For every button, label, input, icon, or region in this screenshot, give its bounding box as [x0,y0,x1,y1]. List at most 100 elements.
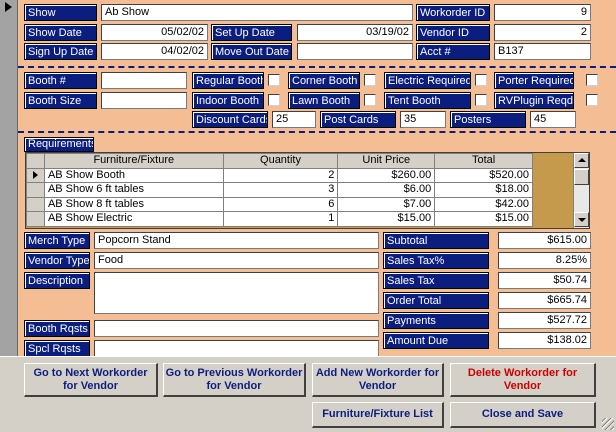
scroll-down-button[interactable] [574,212,589,227]
description-field[interactable] [94,272,379,314]
indoor-booth-label: Indoor Booth [192,92,264,109]
prev-workorder-button[interactable]: Go to Previous Workorder for Vendor [163,363,306,397]
row-selector[interactable] [26,196,45,212]
discount-cards-label: Discount Cards [192,111,268,128]
cell-price[interactable]: $6.00 [337,182,436,198]
scroll-thumb[interactable] [574,169,589,185]
grid-vertical-scrollbar[interactable] [573,153,589,228]
cell-price[interactable]: $15.00 [337,211,436,227]
row-selector[interactable] [26,182,45,198]
amount-due-label: Amount Due [383,332,489,349]
record-selector-bar[interactable] [0,0,18,356]
regular-booth-checkbox[interactable] [268,74,280,86]
regular-booth-label: Regular Booth [192,72,264,89]
arrow-down-icon [578,218,586,222]
spcl-rqsts-field[interactable] [94,340,379,357]
discount-cards-field[interactable]: 25 [272,111,316,128]
col-header-total[interactable]: Total [434,153,533,169]
vendor-id-field[interactable]: 2 [494,24,591,41]
cell-item[interactable]: AB Show 6 ft tables [43,182,224,198]
cell-total[interactable]: $18.00 [434,182,533,198]
setup-date-field[interactable]: 03/19/02 [297,24,413,41]
vendor-type-field[interactable]: Food [94,252,379,269]
row-selector[interactable] [26,211,45,227]
moveout-date-field[interactable] [297,43,413,60]
subtotal-field[interactable]: $615.00 [498,232,591,249]
cell-item[interactable]: AB Show 8 ft tables [43,196,224,212]
vendor-type-label: Vendor Type [24,252,90,269]
booth-rqsts-label: Booth Rqsts [24,320,90,337]
col-header-quantity[interactable]: Quantity [222,153,339,169]
cell-price[interactable]: $7.00 [337,196,436,212]
current-row-icon [32,170,38,179]
workorder-id-field[interactable]: 9 [494,4,591,21]
next-workorder-button[interactable]: Go to Next Workorder for Vendor [24,363,158,397]
grid-corner[interactable] [26,153,45,169]
order-total-field[interactable]: $665.74 [498,292,591,309]
cell-qty[interactable]: 6 [222,196,339,212]
order-total-label: Order Total [383,292,489,309]
sales-tax-field[interactable]: $50.74 [498,272,591,289]
acct-field[interactable]: B137 [494,43,591,60]
button-footer: Go to Next Workorder for Vendor Go to Pr… [0,356,616,432]
cell-qty[interactable]: 3 [222,182,339,198]
porter-required-label: Porter Required [494,72,574,89]
tent-booth-label: Tent Booth [384,92,471,109]
current-record-icon [5,2,12,12]
show-date-label: Show Date [24,24,97,41]
row-selector[interactable] [26,167,45,183]
requirements-grid[interactable]: Furniture/Fixture Quantity Unit Price To… [25,152,590,229]
amount-due-field[interactable]: $138.02 [498,332,591,349]
requirements-label: Requirements [24,137,94,152]
signup-date-label: Sign Up Date [24,43,97,60]
cell-total[interactable]: $15.00 [434,211,533,227]
merch-type-field[interactable]: Popcorn Stand [94,232,379,249]
table-row[interactable]: AB Show 8 ft tables 6 $7.00 $42.00 [26,196,533,212]
workorder-id-label: Workorder ID [416,4,490,21]
arrow-up-icon [578,158,586,162]
indoor-booth-checkbox[interactable] [268,94,280,106]
section-divider [18,66,616,68]
resize-grip-icon[interactable] [602,418,614,430]
electric-required-checkbox[interactable] [475,74,487,86]
cell-qty[interactable]: 2 [222,167,339,183]
show-field[interactable]: Ab Show [101,4,413,21]
corner-booth-checkbox[interactable] [364,74,376,86]
posters-label: Posters [450,111,526,128]
rvplugin-reqd-checkbox[interactable] [586,94,598,106]
cell-item[interactable]: AB Show Electric [43,211,224,227]
booth-size-field[interactable] [101,92,187,109]
furniture-list-button[interactable]: Furniture/Fixture List [312,402,444,428]
porter-required-checkbox[interactable] [586,74,598,86]
cell-total[interactable]: $42.00 [434,196,533,212]
section-divider [18,131,616,133]
cell-qty[interactable]: 1 [222,211,339,227]
table-row[interactable]: AB Show 6 ft tables 3 $6.00 $18.00 [26,182,533,198]
subtotal-label: Subtotal [383,232,489,249]
show-label: Show [24,4,97,21]
post-cards-field[interactable]: 35 [400,111,446,128]
posters-field[interactable]: 45 [530,111,576,128]
show-date-field[interactable]: 05/02/02 [101,24,208,41]
tent-booth-checkbox[interactable] [475,94,487,106]
close-save-button[interactable]: Close and Save [450,402,596,428]
col-header-unit-price[interactable]: Unit Price [337,153,436,169]
table-row[interactable]: AB Show Booth 2 $260.00 $520.00 [26,167,533,183]
sales-tax-pct-label: Sales Tax% [383,252,489,269]
cell-item[interactable]: AB Show Booth [43,167,224,183]
table-row[interactable]: AB Show Electric 1 $15.00 $15.00 [26,211,533,227]
sales-tax-pct-field[interactable]: 8.25% [498,252,591,269]
signup-date-field[interactable]: 04/02/02 [101,43,208,60]
delete-workorder-button[interactable]: Delete Workorder for Vendor [450,363,596,397]
corner-booth-label: Corner Booth [288,72,360,89]
booth-rqsts-field[interactable] [94,320,379,337]
cell-price[interactable]: $260.00 [337,167,436,183]
booth-number-field[interactable] [101,72,187,89]
payments-field[interactable]: $527.72 [498,312,591,329]
cell-total[interactable]: $520.00 [434,167,533,183]
add-workorder-button[interactable]: Add New Workorder for Vendor [312,363,444,397]
payments-label: Payments [383,312,489,329]
col-header-furniture[interactable]: Furniture/Fixture [43,153,224,169]
lawn-booth-checkbox[interactable] [364,94,376,106]
scroll-up-button[interactable] [574,153,589,168]
